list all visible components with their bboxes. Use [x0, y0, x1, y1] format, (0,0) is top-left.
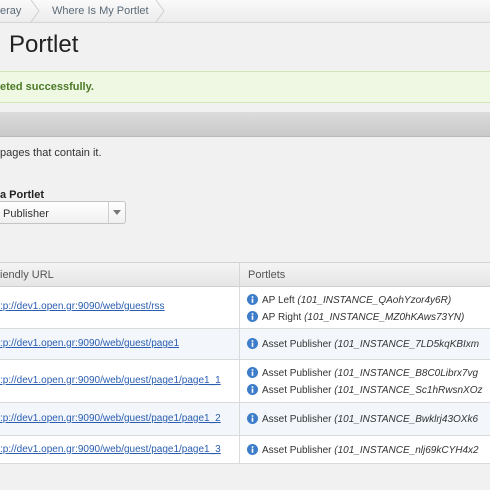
page-url-link[interactable]: :p://dev1.open.gr:9090/web/guest/page1 — [0, 338, 179, 349]
portlet-instance-id: (101_INSTANCE_Bwklrj43OXk6 — [334, 414, 479, 425]
alert-message: eted successfully. — [0, 81, 94, 93]
portlet-instance-id: (101_INSTANCE_MZ0hKAws73YN) — [304, 312, 465, 323]
info-icon[interactable] — [247, 367, 258, 378]
portlet-entry: Asset Publisher (101_INSTANCE_Bwklrj43OX… — [247, 413, 478, 425]
portlet-name: Asset Publisher — [262, 385, 332, 396]
table-row: :p://dev1.open.gr:9090/web/guest/rss AP … — [0, 287, 490, 329]
portlet-entry: Asset Publisher (101_INSTANCE_nlj69kCYH4… — [247, 444, 479, 456]
column-header-portlets-label: Portlets — [248, 269, 286, 281]
portlet-name: AP Left — [262, 295, 295, 306]
column-header-url[interactable]: iendly URL — [0, 263, 239, 287]
portlet-entry: AP Right (101_INSTANCE_MZ0hKAws73YN) — [247, 311, 464, 323]
table-row: :p://dev1.open.gr:9090/web/guest/page1/p… — [0, 403, 490, 436]
description-text: pages that contain it. — [0, 147, 102, 159]
portlet-entry: Asset Publisher (101_INSTANCE_Sc1hRwsnXO… — [247, 384, 482, 396]
portlet-select-label: a Portlet — [0, 189, 45, 201]
column-header-url-label: iendly URL — [0, 269, 54, 281]
portlet-name: Asset Publisher — [262, 445, 332, 456]
breadcrumb: eray Where Is My Portlet — [0, 0, 490, 23]
portlet-instance-id: (101_INSTANCE_7LD5kqKBIxm — [334, 339, 480, 350]
portlet-entry: Asset Publisher (101_INSTANCE_B8C0Librx7… — [247, 367, 478, 379]
portlet-name: Asset Publisher — [262, 339, 332, 350]
info-icon[interactable] — [247, 444, 258, 455]
page-title: Portlet — [9, 31, 79, 58]
breadcrumb-item-home[interactable]: eray — [0, 5, 21, 17]
table-row: :p://dev1.open.gr:9090/web/guest/page1/p… — [0, 436, 490, 464]
portlet-entry: AP Left (101_INSTANCE_QAohYzor4y6R) — [247, 294, 451, 306]
success-alert: eted successfully. — [0, 71, 490, 103]
portlet-location-table: iendly URL Portlets :p://dev1.open.gr:90… — [0, 262, 490, 464]
portlet-instance-id: (101_INSTANCE_QAohYzor4y6R) — [297, 295, 452, 306]
info-icon[interactable] — [247, 384, 258, 395]
portlet-entry: Asset Publisher (101_INSTANCE_7LD5kqKBIx… — [247, 338, 479, 350]
portlet-select-value: Publisher — [3, 208, 49, 220]
page-url-link[interactable]: :p://dev1.open.gr:9090/web/guest/rss — [0, 301, 165, 312]
column-header-portlets[interactable]: Portlets — [239, 263, 490, 287]
table-row: :p://dev1.open.gr:9090/web/guest/page1 A… — [0, 329, 490, 360]
portlet-select[interactable]: Publisher — [0, 201, 126, 224]
portlet-instance-id: (101_INSTANCE_Sc1hRwsnXOz — [334, 385, 483, 396]
info-icon[interactable] — [247, 413, 258, 424]
panel-header[interactable] — [0, 112, 490, 137]
table-row: :p://dev1.open.gr:9090/web/guest/page1/p… — [0, 360, 490, 403]
portlet-name: Asset Publisher — [262, 414, 332, 425]
breadcrumb-separator-icon — [30, 0, 40, 22]
portlet-instance-id: (101_INSTANCE_B8C0Librx7vg — [334, 368, 479, 379]
portlet-name: AP Right — [262, 312, 302, 323]
info-icon[interactable] — [247, 294, 258, 305]
breadcrumb-separator-icon — [155, 0, 165, 22]
portlet-name: Asset Publisher — [262, 368, 332, 379]
chevron-down-icon[interactable] — [108, 202, 125, 223]
portlet-instance-id: (101_INSTANCE_nlj69kCYH4x2 — [334, 445, 479, 456]
breadcrumb-item-current[interactable]: Where Is My Portlet — [52, 5, 149, 17]
info-icon[interactable] — [247, 338, 258, 349]
page-url-link[interactable]: :p://dev1.open.gr:9090/web/guest/page1/p… — [0, 413, 221, 424]
info-icon[interactable] — [247, 311, 258, 322]
page-url-link[interactable]: :p://dev1.open.gr:9090/web/guest/page1/p… — [0, 375, 221, 386]
page-url-link[interactable]: :p://dev1.open.gr:9090/web/guest/page1/p… — [0, 444, 221, 455]
